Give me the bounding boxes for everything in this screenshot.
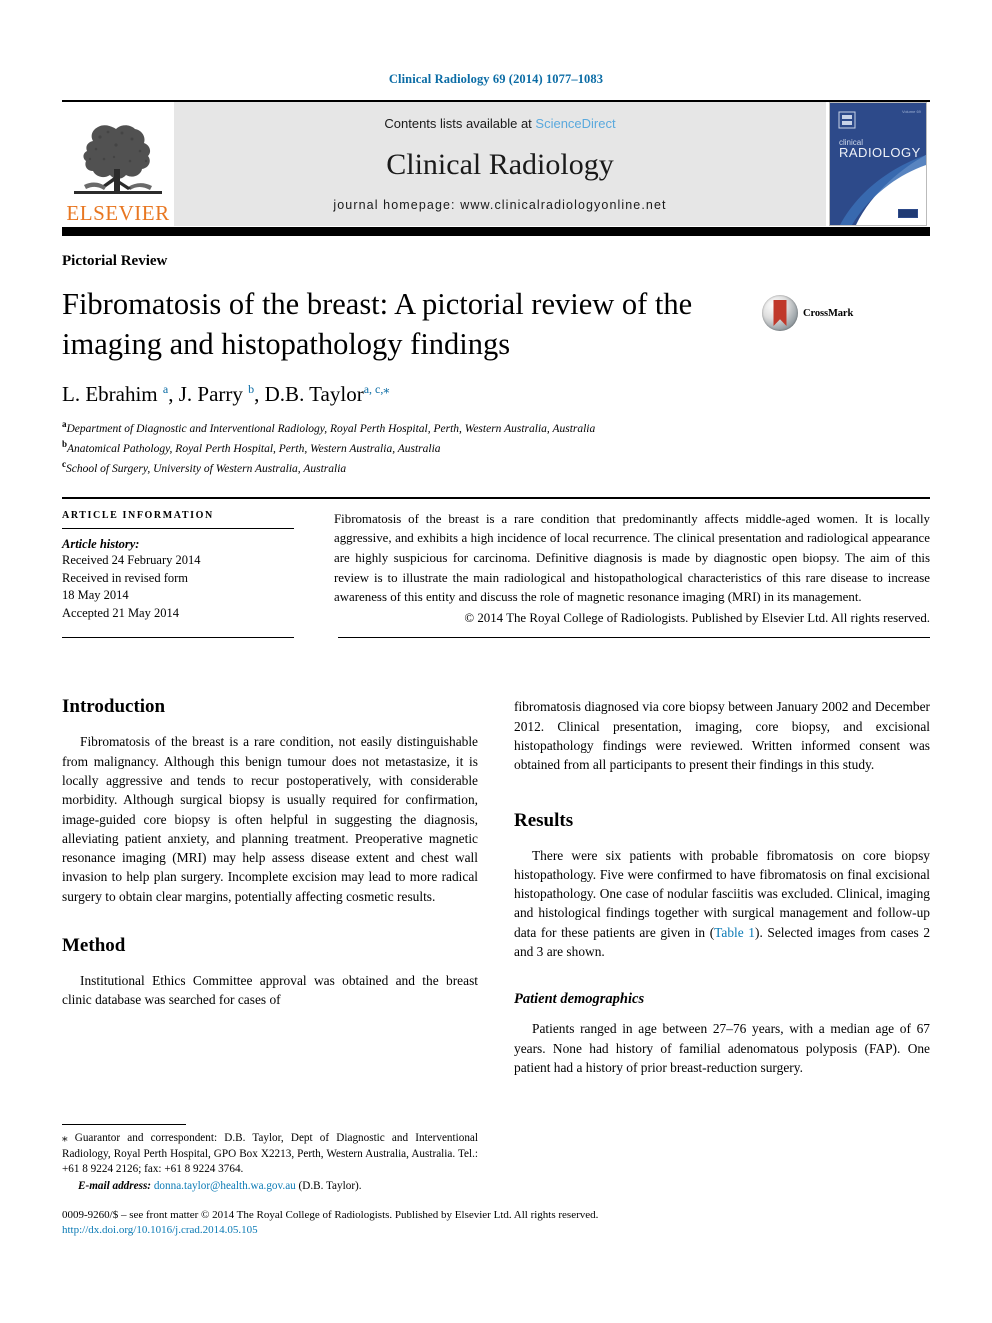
paragraph-method: Institutional Ethics Committee approval …	[62, 972, 478, 1008]
paragraph-demographics: Patients ranged in age between 27–76 yea…	[514, 1021, 930, 1075]
correspondence-footnote: ⁎ Guarantor and correspondent: D.B. Tayl…	[62, 1124, 478, 1194]
footnote-rule	[62, 1124, 186, 1125]
subsection-heading-patient-demographics: Patient demographics	[514, 991, 645, 1008]
svg-text:Volume 69: Volume 69	[902, 109, 922, 114]
crossmark-label: CrossMark	[803, 307, 854, 319]
crossmark-icon	[762, 295, 798, 331]
info-abstract-block: ARTICLE INFORMATION Article history: Rec…	[62, 510, 930, 629]
footnote-email-label: E-mail address:	[78, 1179, 152, 1192]
info-rule-top	[62, 496, 930, 499]
paragraph-introduction: Fibromatosis of the breast is a rare con…	[62, 734, 478, 904]
abstract-column: Fibromatosis of the breast is a rare con…	[334, 510, 930, 629]
footnote-email-suffix: (D.B. Taylor).	[298, 1179, 362, 1192]
affiliation-a: aDepartment of Diagnostic and Interventi…	[62, 418, 930, 438]
contents-prefix: Contents lists available at	[384, 116, 536, 131]
table-1-link[interactable]: Table 1	[714, 925, 755, 940]
body-columns: Introduction Fibromatosis of the breast …	[62, 697, 930, 1091]
running-head: Clinical Radiology 69 (2014) 1077–1083	[388, 72, 604, 86]
affiliation-c: cSchool of Surgery, University of Wester…	[62, 458, 930, 478]
article-history-line-3: Accepted 21 May 2014	[62, 606, 179, 621]
affiliation-text-c: School of Surgery, University of Western…	[66, 462, 347, 475]
section-heading-introduction: Introduction	[62, 696, 166, 718]
article-history-line-1: Received in revised form	[62, 570, 188, 585]
abstract-text: Fibromatosis of the breast is a rare con…	[334, 511, 930, 605]
info-rule-bottom-right	[338, 637, 930, 639]
header-rule-bottom	[62, 227, 930, 236]
info-rule-bottom-group	[62, 637, 930, 639]
cover-image: clinical RADIOLOGY Volume 69	[829, 102, 927, 226]
section-heading-results: Results	[514, 809, 574, 831]
page-title: Fibromatosis of the breast: A pictorial …	[62, 287, 693, 361]
footnote-correspondence: ⁎ Guarantor and correspondent: D.B. Tayl…	[62, 1132, 478, 1176]
info-rule-bottom-left	[62, 637, 294, 639]
sciencedirect-link[interactable]: ScienceDirect	[535, 116, 615, 131]
journal-cover-thumbnail: clinical RADIOLOGY Volume 69	[826, 102, 930, 226]
column-left: Introduction Fibromatosis of the breast …	[62, 697, 478, 1091]
paragraph-method-continued: fibromatosis diagnosed via core biopsy b…	[514, 699, 930, 773]
author-list: L. Ebrahim a, J. Parry b, D.B. Taylora, …	[62, 382, 390, 407]
affiliation-text-b: Anatomical Pathology, Royal Perth Hospit…	[67, 442, 441, 455]
journal-name: Clinical Radiology	[386, 147, 614, 181]
elsevier-logo: ELSEVIER	[62, 102, 174, 226]
article-information-rule	[62, 527, 294, 529]
title-row: Fibromatosis of the breast: A pictorial …	[62, 285, 930, 364]
colophon-doi-link[interactable]: http://dx.doi.org/10.1016/j.crad.2014.05…	[62, 1223, 930, 1238]
article-information-heading: ARTICLE INFORMATION	[62, 509, 214, 521]
affiliations: aDepartment of Diagnostic and Interventi…	[62, 418, 930, 478]
contents-available-line: Contents lists available at ScienceDirec…	[384, 116, 615, 131]
column-right: fibromatosis diagnosed via core biopsy b…	[514, 697, 930, 1091]
section-heading-method: Method	[62, 935, 126, 957]
banner-center: Contents lists available at ScienceDirec…	[174, 102, 826, 226]
article-page: Clinical Radiology 69 (2014) 1077–1083 E…	[0, 0, 992, 1323]
colophon: 0009-9260/$ – see front matter © 2014 Th…	[62, 1208, 930, 1238]
colophon-copyright: 0009-9260/$ – see front matter © 2014 Th…	[62, 1209, 599, 1221]
abstract-copyright: © 2014 The Royal College of Radiologists…	[464, 610, 930, 625]
article-information-column: ARTICLE INFORMATION Article history: Rec…	[62, 510, 334, 629]
article-history-line-0: Received 24 February 2014	[62, 552, 201, 567]
crossmark-badge-group[interactable]: CrossMark	[762, 295, 853, 331]
article-type-label: Pictorial Review	[62, 253, 168, 269]
article-history-line-2: 18 May 2014	[62, 588, 129, 603]
footnote-email-line: E-mail address: donna.taylor@health.wa.g…	[62, 1179, 478, 1195]
journal-banner: ELSEVIER Contents lists available at Sci…	[62, 102, 930, 226]
journal-homepage[interactable]: journal homepage: www.clinicalradiologyo…	[333, 198, 666, 212]
paragraph-results: There were six patients with probable fi…	[514, 846, 930, 962]
affiliation-text-a: Department of Diagnostic and Interventio…	[66, 423, 596, 436]
elsevier-wordmark: ELSEVIER	[66, 201, 170, 225]
footnote-email-link[interactable]: donna.taylor@health.wa.gov.au	[154, 1180, 296, 1192]
article-history-label: Article history:	[62, 536, 140, 551]
affiliation-b: bAnatomical Pathology, Royal Perth Hospi…	[62, 438, 930, 458]
elsevier-tree-icon	[70, 111, 166, 203]
svg-text:RADIOLOGY: RADIOLOGY	[839, 145, 921, 160]
